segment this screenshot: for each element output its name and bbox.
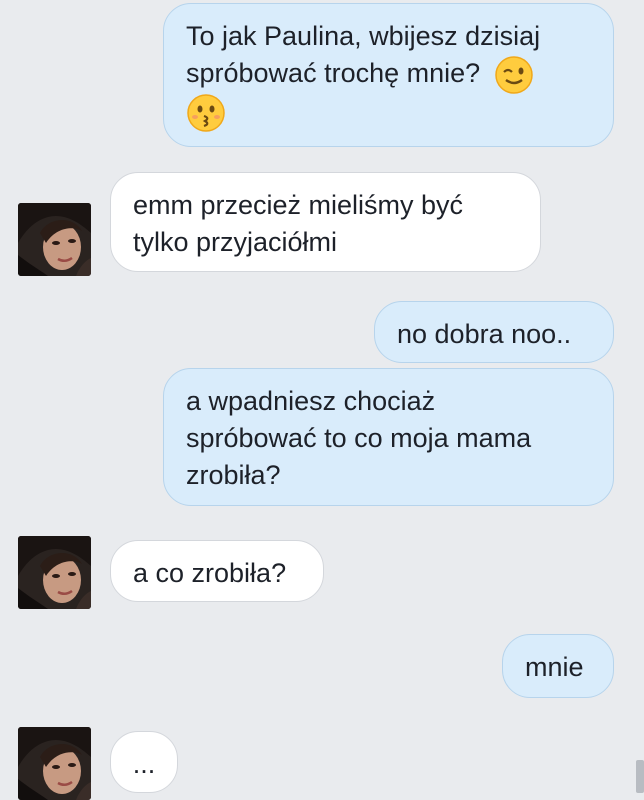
avatar[interactable] bbox=[18, 727, 91, 800]
outgoing-message: no dobra noo.. bbox=[374, 301, 614, 363]
message-line: no dobra noo.. bbox=[397, 319, 572, 349]
incoming-message: ... bbox=[110, 731, 178, 793]
outgoing-message: a wpadniesz chociaż spróbować to co moja… bbox=[163, 368, 614, 506]
message-line: spróbować to co moja mama bbox=[186, 423, 532, 453]
avatar[interactable] bbox=[18, 536, 91, 609]
message-line: emm przecież mieliśmy być bbox=[133, 190, 464, 220]
message-line: zrobiła? bbox=[186, 460, 281, 490]
message-line: a co zrobiła? bbox=[133, 558, 287, 588]
message-line: a wpadniesz chociaż bbox=[186, 386, 436, 416]
contact-photo bbox=[18, 536, 91, 609]
kissing-emoji-icon bbox=[186, 93, 226, 133]
outgoing-message: To jak Paulina, wbijesz dzisiaj spróbowa… bbox=[163, 3, 614, 147]
message-line-with-emoji: spróbować trochę mnie? bbox=[186, 55, 591, 95]
emoji-line bbox=[186, 93, 591, 133]
outgoing-message: mnie bbox=[502, 634, 614, 698]
message-line: To jak Paulina, wbijesz dzisiaj bbox=[186, 21, 541, 51]
incoming-message: emm przecież mieliśmy być tylko przyjaci… bbox=[110, 172, 541, 272]
message-line: ... bbox=[132, 749, 156, 779]
incoming-message: a co zrobiła? bbox=[110, 540, 324, 602]
scrollbar-thumb[interactable] bbox=[636, 760, 644, 793]
wink-emoji-icon bbox=[494, 55, 534, 95]
contact-photo bbox=[18, 203, 91, 276]
avatar[interactable] bbox=[18, 203, 91, 276]
contact-photo bbox=[18, 727, 91, 800]
message-line: tylko przyjaciółmi bbox=[133, 227, 338, 257]
message-line: spróbować trochę mnie? bbox=[186, 58, 481, 89]
message-line: mnie bbox=[525, 652, 584, 682]
